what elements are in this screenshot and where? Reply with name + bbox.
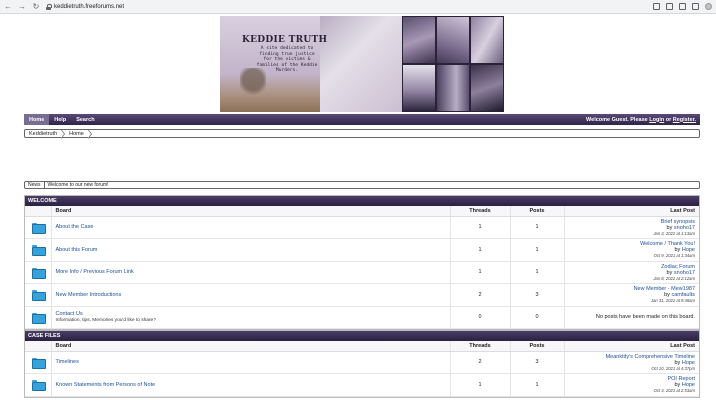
back-icon[interactable]: ← — [4, 2, 12, 11]
board-link[interactable]: Timelines — [56, 359, 79, 365]
forum-page: KEDDIE TRUTH A site dedicated to finding… — [24, 14, 700, 398]
last-post-user[interactable]: Hope — [682, 360, 695, 366]
thread-count: 1 — [450, 373, 511, 397]
column-last-post: Last Post — [564, 206, 699, 217]
news-label: News — [25, 182, 45, 188]
last-post-user[interactable]: snoho17 — [674, 225, 695, 231]
thread-count: 2 — [450, 351, 511, 374]
board-row: Known Statements from Persons of Note 1 … — [25, 373, 699, 397]
board-link[interactable]: Contact Us — [56, 311, 83, 317]
board-row: Timelines 2 3 Meankitty's Comprehensive … — [25, 351, 699, 374]
forward-icon[interactable]: → — [18, 2, 26, 11]
last-post-date: Oct 9, 2021 at 1:34am — [653, 253, 695, 259]
post-count: 0 — [510, 306, 565, 329]
column-board: Board — [51, 341, 451, 352]
board-link[interactable]: More Info / Previous Forum Link — [56, 269, 134, 275]
last-post-by: by — [666, 269, 673, 276]
lock-icon — [46, 3, 52, 10]
post-count: 3 — [510, 283, 565, 307]
board-row: New Member Introductions 2 3 New Member … — [25, 283, 699, 307]
thread-count: 1 — [450, 216, 511, 239]
column-posts: Posts — [510, 341, 565, 352]
column-board: Board — [51, 206, 451, 217]
folder-icon — [31, 290, 46, 302]
breadcrumb-home[interactable]: Home — [65, 129, 92, 139]
guest-welcome: Welcome Guest. Please Login or Register. — [586, 117, 700, 123]
last-post-date: Oct 10, 2021 at 4:37pm — [651, 365, 695, 371]
board-link[interactable]: About this Forum — [56, 247, 98, 253]
breadcrumb: Keddietruth Home — [24, 129, 700, 139]
last-post-date: Jan 3, 2022 at 1:13am — [653, 230, 695, 236]
thread-count: 1 — [450, 261, 511, 284]
post-count: 1 — [510, 261, 565, 284]
translate-icon[interactable] — [653, 3, 660, 10]
banner-photo-collage — [402, 16, 504, 112]
banner-tagline: A site dedicated to finding true justice… — [256, 46, 318, 74]
category-title[interactable]: WELCOME — [25, 196, 699, 206]
login-link[interactable]: Login — [649, 117, 664, 123]
register-link[interactable]: Register. — [673, 117, 696, 123]
board-description: Information, tips, Memories you'd like t… — [55, 318, 156, 324]
last-post-by: by — [674, 359, 681, 366]
extensions-icon[interactable] — [692, 3, 699, 10]
folder-icon — [31, 380, 46, 392]
board-row: About the Case 1 1 Brief synopsis by sno… — [25, 216, 699, 239]
guest-or: or — [665, 116, 672, 123]
share-icon[interactable] — [666, 3, 673, 10]
category-welcome: WELCOME Board Threads Posts Last Post Ab… — [24, 195, 700, 330]
column-posts: Posts — [510, 206, 565, 217]
news-message: Welcome to our new forum! — [47, 182, 109, 188]
profile-icon[interactable] — [705, 3, 712, 10]
thread-count: 1 — [450, 238, 511, 262]
nav-search[interactable]: Search — [71, 114, 99, 125]
column-last-post: Last Post — [564, 341, 699, 352]
category-title[interactable]: CASE FILES — [25, 331, 699, 341]
post-count: 1 — [510, 238, 565, 262]
no-posts-message: No posts have been made on this board. — [595, 314, 695, 321]
folder-icon — [31, 312, 46, 324]
forum-banner[interactable]: KEDDIE TRUTH A site dedicated to finding… — [220, 16, 504, 112]
reload-icon[interactable]: ↻ — [32, 2, 40, 11]
nav-home[interactable]: Home — [24, 114, 50, 125]
banner-title-panel — [320, 16, 402, 112]
url-text: keddietruth.freeforums.net — [54, 3, 125, 10]
last-post-date: Oct 3, 2021 at 2:53am — [653, 388, 695, 394]
board-row: About this Forum 1 1 Welcome / Thank You… — [25, 238, 699, 262]
nav-help[interactable]: Help — [49, 114, 71, 125]
post-count: 3 — [510, 351, 565, 374]
folder-icon — [31, 357, 46, 369]
post-count: 1 — [510, 373, 565, 397]
main-nav: Home Help Search Welcome Guest. Please L… — [24, 114, 700, 125]
post-count: 1 — [510, 216, 565, 239]
board-link[interactable]: New Member Introductions — [56, 292, 122, 298]
column-threads: Threads — [450, 206, 511, 217]
address-bar[interactable]: keddietruth.freeforums.net — [46, 3, 647, 10]
guest-text: Welcome Guest. Please — [586, 116, 648, 123]
folder-icon — [31, 267, 46, 279]
thread-count: 0 — [450, 306, 511, 329]
last-post-date: Jan 8, 2022 at 2:12am — [653, 275, 695, 281]
folder-icon — [31, 222, 46, 234]
news-bar: News Welcome to our new forum! — [24, 181, 700, 189]
board-row: More Info / Previous Forum Link 1 1 Zodi… — [25, 261, 699, 284]
browser-toolbar: ← → ↻ keddietruth.freeforums.net — [0, 0, 716, 14]
folder-icon — [31, 245, 46, 257]
last-post-date: Jan 31, 2022 at 9:48am — [650, 298, 695, 304]
board-link[interactable]: Known Statements from Persons of Note — [56, 382, 156, 388]
banner-title: KEDDIE TRUTH — [242, 35, 328, 45]
category-case-files: CASE FILES Board Threads Posts Last Post… — [24, 330, 700, 398]
board-link[interactable]: About the Case — [56, 224, 94, 230]
last-post-by: by — [666, 224, 673, 231]
last-post-user[interactable]: snoho17 — [674, 270, 695, 276]
breadcrumb-keddietruth[interactable]: Keddietruth — [25, 129, 66, 139]
thread-count: 2 — [450, 283, 511, 307]
bookmark-icon[interactable] — [679, 3, 686, 10]
board-row: Contact Us Information, tips, Memories y… — [25, 306, 699, 329]
column-threads: Threads — [450, 341, 511, 352]
